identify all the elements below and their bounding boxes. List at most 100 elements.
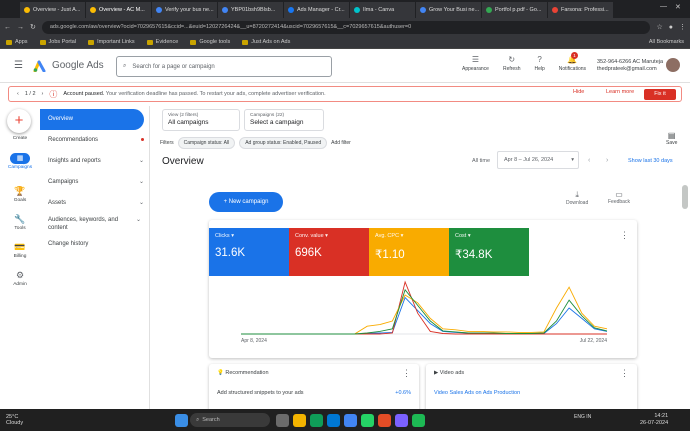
banner-next-icon[interactable]: › [42,91,44,97]
nav-assets[interactable]: Assets ⌄ [48,199,146,207]
fix-it-button[interactable]: Fix it [644,89,676,100]
browser-tab[interactable]: Overview - AC M... [86,2,152,18]
create-button[interactable]: + [7,109,31,133]
rail-admin[interactable]: ⚙ Admin [0,270,40,287]
nav-change-history[interactable]: Change history [48,240,146,248]
billing-icon: 💳 [14,242,26,252]
nav-audiences[interactable]: Audiences, keywords, and content [48,216,128,232]
browser-tab[interactable]: YBP01bsh9Blsb... [218,2,284,18]
menu-icon[interactable]: ☰ [14,60,23,71]
header-icons: ☰ Appearance ↻ Refresh ? Help 🔔 Notifications 1 [462,52,586,72]
learn-more-button[interactable]: Learn more [606,89,634,95]
bookmark-label: Apps [15,39,28,45]
bookmark-item[interactable]: Evidence [146,39,178,45]
whatsapp-icon[interactable] [361,413,375,427]
tab-label: Overview - AC M... [99,7,145,13]
app-icon[interactable] [395,413,409,427]
weather-widget[interactable]: 25°C Cloudy [6,414,23,426]
browser-menu-icon[interactable]: ⋮ [679,23,686,31]
google-ads-logo[interactable]: Google Ads [33,60,104,72]
appearance-button[interactable]: ☰ Appearance [462,55,489,72]
rail-goals[interactable]: 🏆 Goals [0,186,40,203]
metric-tile[interactable]: Conv. value ▾ 696K [289,228,369,276]
download-button[interactable]: ⤓ Download [566,190,588,206]
video-item[interactable]: Video Sales Ads on Ads Production [434,390,629,396]
browser-tab[interactable]: Ads Manager - Cr... [284,2,350,18]
browser-tab[interactable]: Verify your bus ne... [152,2,218,18]
metric-tile[interactable]: Clicks ▾ 31.6K [209,228,289,276]
bookmark-item[interactable]: Just Ads on Ads [242,39,290,45]
rail-tools[interactable]: 🔧 Tools [0,214,40,231]
metric-tile[interactable]: Cost ▾ ₹34.8K [449,228,529,276]
filter-bar: Filters Campaign status: All Ad group st… [160,137,351,149]
profile-icon[interactable]: ● [669,24,673,31]
metric-tile[interactable]: Avg. CPC ▾ ₹1.10 [369,228,449,276]
all-bookmarks[interactable]: All Bookmarks [649,39,684,45]
spotify-icon[interactable] [412,413,426,427]
url-field[interactable]: ads.google.com/aw/overview?ocid=70296576… [41,20,651,34]
nav-overview[interactable]: Overview [40,109,144,130]
edge-icon[interactable] [310,413,324,427]
taskbar-search[interactable]: ⌕ Search [190,413,271,427]
card-more-icon[interactable]: ⋮ [620,368,629,379]
clock[interactable]: 14:21 26-07-2024 [640,413,668,427]
nav-recommendations[interactable]: Recommendations [48,136,146,144]
date-range-picker[interactable]: Apr 8 – Jul 26, 2024 ▾ [497,151,579,169]
close-window-icon[interactable]: ✕ [675,3,681,11]
file-explorer-icon[interactable] [293,413,307,427]
browser-tab[interactable]: Overview - Just A... [20,2,86,18]
bookmark-star-icon[interactable]: ☆ [656,23,662,31]
banner-prev-icon[interactable]: ‹ [17,91,19,97]
save-button[interactable]: ▤ Save [666,131,677,146]
bookmark-item[interactable]: Important Links [88,39,135,45]
app-icon[interactable] [378,413,392,427]
back-icon[interactable]: ← [4,24,11,31]
refresh-button[interactable]: ↻ Refresh [503,55,521,72]
new-campaign-button[interactable]: + New campaign [209,192,283,212]
minimize-icon[interactable]: — [660,3,667,10]
reload-icon[interactable]: ↻ [30,23,36,31]
nav-campaigns[interactable]: Campaigns ⌄ [48,178,146,186]
page-scrollbar[interactable] [682,185,688,209]
browser-tab[interactable]: Portfol p.pdf - Go... [482,2,548,18]
search-input[interactable]: ⌕ Search for a page or campaign [116,56,332,77]
bookmark-item[interactable]: Apps [6,39,28,45]
chrome-icon[interactable] [344,413,358,427]
avatar[interactable] [666,58,680,72]
add-filter-button[interactable]: Add filter [331,140,351,146]
refresh-icon: ↻ [508,55,516,64]
account-info[interactable]: 352-964-6266 AC Maruteja thedprateek@gma… [597,59,663,73]
bookmark-item[interactable]: Jobs Portal [39,39,76,45]
tab-favicon-icon [354,7,360,13]
filter-chip[interactable]: Ad group status: Enabled, Paused [239,137,328,149]
filter-chip[interactable]: Campaign status: All [177,137,236,149]
hide-button[interactable]: Hide [573,89,584,95]
tab-favicon-icon [420,7,426,13]
bell-button[interactable]: 🔔 Notifications 1 [559,52,586,72]
card-more-icon[interactable]: ⋮ [402,368,411,379]
bookmark-item[interactable]: Google tools [190,39,230,45]
campaign-picker[interactable]: Campaigns (22) Select a campaign [244,109,324,131]
store-icon[interactable] [327,413,341,427]
browser-tab[interactable]: Farsona: Professi... [548,2,614,18]
clock-date: 26-07-2024 [640,420,669,426]
prev-period-icon[interactable]: ‹ [588,157,590,164]
feedback-button[interactable]: ▭ Feedback [608,190,630,205]
browser-tab[interactable]: Grow Your Busi ne... [416,2,482,18]
card-more-icon[interactable]: ⋮ [620,230,629,241]
recommendation-title: Recommendation [225,370,269,376]
view-picker[interactable]: View (2 filters) All campaigns [162,109,240,131]
help-button[interactable]: ? Help [534,55,544,72]
recommendation-row[interactable]: Add structured snippets to your ads +0.6… [217,390,411,396]
rail-billing[interactable]: 💳 Billing [0,242,40,259]
task-view-icon[interactable] [276,413,290,427]
forward-icon[interactable]: → [17,24,24,31]
rail-campaigns[interactable]: ▦ Campaigns [0,153,40,170]
language-indicator[interactable]: ENG IN [574,414,591,420]
nav-insights[interactable]: Insights and reports ⌄ [48,157,146,165]
next-period-icon[interactable]: › [606,157,608,164]
metric-value: 696K [295,247,322,259]
browser-tab[interactable]: Ilma - Canva [350,2,416,18]
start-icon[interactable] [175,413,189,427]
show-last-30-days-link[interactable]: Show last 30 days [628,158,673,164]
